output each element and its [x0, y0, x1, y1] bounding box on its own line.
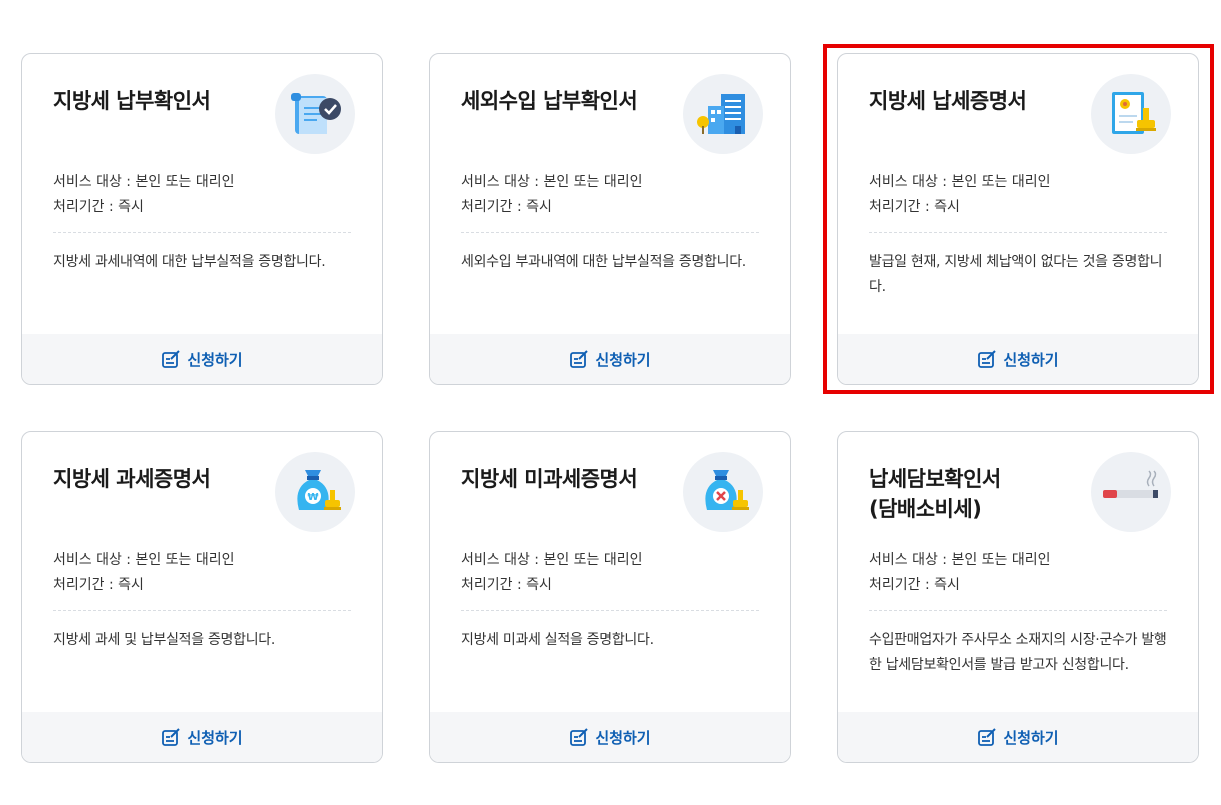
cigarette-icon [1091, 452, 1171, 532]
apply-label: 신청하기 [1003, 728, 1059, 747]
processing-period: 처리기간 : 즉시 [461, 199, 552, 215]
card-description: 지방세 미과세 실적을 증명합니다. [461, 632, 654, 648]
processing-period: 처리기간 : 즉시 [53, 199, 144, 215]
card-non-tax-revenue-payment-confirmation: 세외수입 납부확인서 서비스 대상 : 본인 또는 대리인 처리기간 : 즉시 … [429, 53, 791, 385]
divider [53, 232, 351, 233]
apply-button[interactable]: 신청하기 [838, 712, 1198, 762]
apply-button[interactable]: 신청하기 [838, 334, 1198, 384]
service-target: 서비스 대상 : 본인 또는 대리인 [869, 552, 1051, 568]
card-description: 발급일 현재, 지방세 체납액이 없다는 것을 증명합니다. [869, 254, 1163, 295]
apply-label: 신청하기 [595, 350, 651, 369]
card-local-tax-payment-certificate: 지방세 납세증명서 서비스 대상 : 본인 또는 대리인 처리기간 : 즉시 발… [837, 53, 1199, 385]
card-title: 지방세 납세증명서 [869, 89, 1027, 113]
edit-form-icon [570, 350, 589, 368]
card-local-tax-non-assessment-certificate: 지방세 미과세증명서 서비스 대상 : 본인 또는 대리인 처리기간 : 즉시 … [429, 431, 791, 763]
card-title: 지방세 납부확인서 [53, 89, 211, 113]
apply-label: 신청하기 [1003, 350, 1059, 369]
service-target: 서비스 대상 : 본인 또는 대리인 [869, 174, 1051, 190]
certificate-stamp-icon [1091, 74, 1171, 154]
money-bag-x-icon [683, 452, 763, 532]
svg-text:₩: ₩ [307, 492, 318, 503]
money-bag-stamp-icon: ₩ [275, 452, 355, 532]
divider [53, 610, 351, 611]
divider [461, 232, 759, 233]
processing-period: 처리기간 : 즉시 [869, 199, 960, 215]
card-description: 지방세 과세 및 납부실적을 증명합니다. [53, 632, 276, 648]
apply-button[interactable]: 신청하기 [22, 334, 382, 384]
service-target: 서비스 대상 : 본인 또는 대리인 [461, 174, 643, 190]
apply-button[interactable]: 신청하기 [430, 712, 790, 762]
divider [461, 610, 759, 611]
card-title: 세외수입 납부확인서 [461, 89, 638, 113]
scroll-check-icon [275, 74, 355, 154]
card-title: 납세담보확인서 (담배소비세) [869, 464, 1089, 524]
card-local-tax-assessment-certificate: 지방세 과세증명서 ₩ 서비스 대상 : 본인 또는 대리인 처리기간 : 즉시… [21, 431, 383, 763]
processing-period: 처리기간 : 즉시 [461, 577, 552, 593]
divider [869, 610, 1167, 611]
divider [869, 232, 1167, 233]
card-description: 지방세 과세내역에 대한 납부실적을 증명합니다. [53, 254, 326, 270]
service-target: 서비스 대상 : 본인 또는 대리인 [53, 552, 235, 568]
edit-form-icon [978, 728, 997, 746]
service-target: 서비스 대상 : 본인 또는 대리인 [53, 174, 235, 190]
card-title: 지방세 미과세증명서 [461, 467, 638, 491]
apply-label: 신청하기 [187, 728, 243, 747]
card-local-tax-payment-confirmation: 지방세 납부확인서 서비스 대상 : 본인 또는 대리인 처리기간 : 즉시 지… [21, 53, 383, 385]
card-description: 세외수입 부과내역에 대한 납부실적을 증명합니다. [461, 254, 746, 270]
card-title-line1: 납세담보확인서 [869, 467, 1001, 491]
edit-form-icon [162, 350, 181, 368]
card-title-line2: (담배소비세) [869, 497, 982, 521]
processing-period: 처리기간 : 즉시 [53, 577, 144, 593]
card-description: 수입판매업자가 주사무소 소재지의 시장·군수가 발행한 납세담보확인서를 발급… [869, 632, 1167, 673]
apply-label: 신청하기 [187, 350, 243, 369]
card-title: 지방세 과세증명서 [53, 467, 211, 491]
processing-period: 처리기간 : 즉시 [869, 577, 960, 593]
apply-label: 신청하기 [595, 728, 651, 747]
apply-button[interactable]: 신청하기 [430, 334, 790, 384]
building-document-icon [683, 74, 763, 154]
card-tax-collateral-confirmation-tobacco: 납세담보확인서 (담배소비세) 서비스 대상 : 본인 또는 대리인 처리기간 … [837, 431, 1199, 763]
edit-form-icon [978, 350, 997, 368]
service-target: 서비스 대상 : 본인 또는 대리인 [461, 552, 643, 568]
edit-form-icon [570, 728, 589, 746]
edit-form-icon [162, 728, 181, 746]
apply-button[interactable]: 신청하기 [22, 712, 382, 762]
